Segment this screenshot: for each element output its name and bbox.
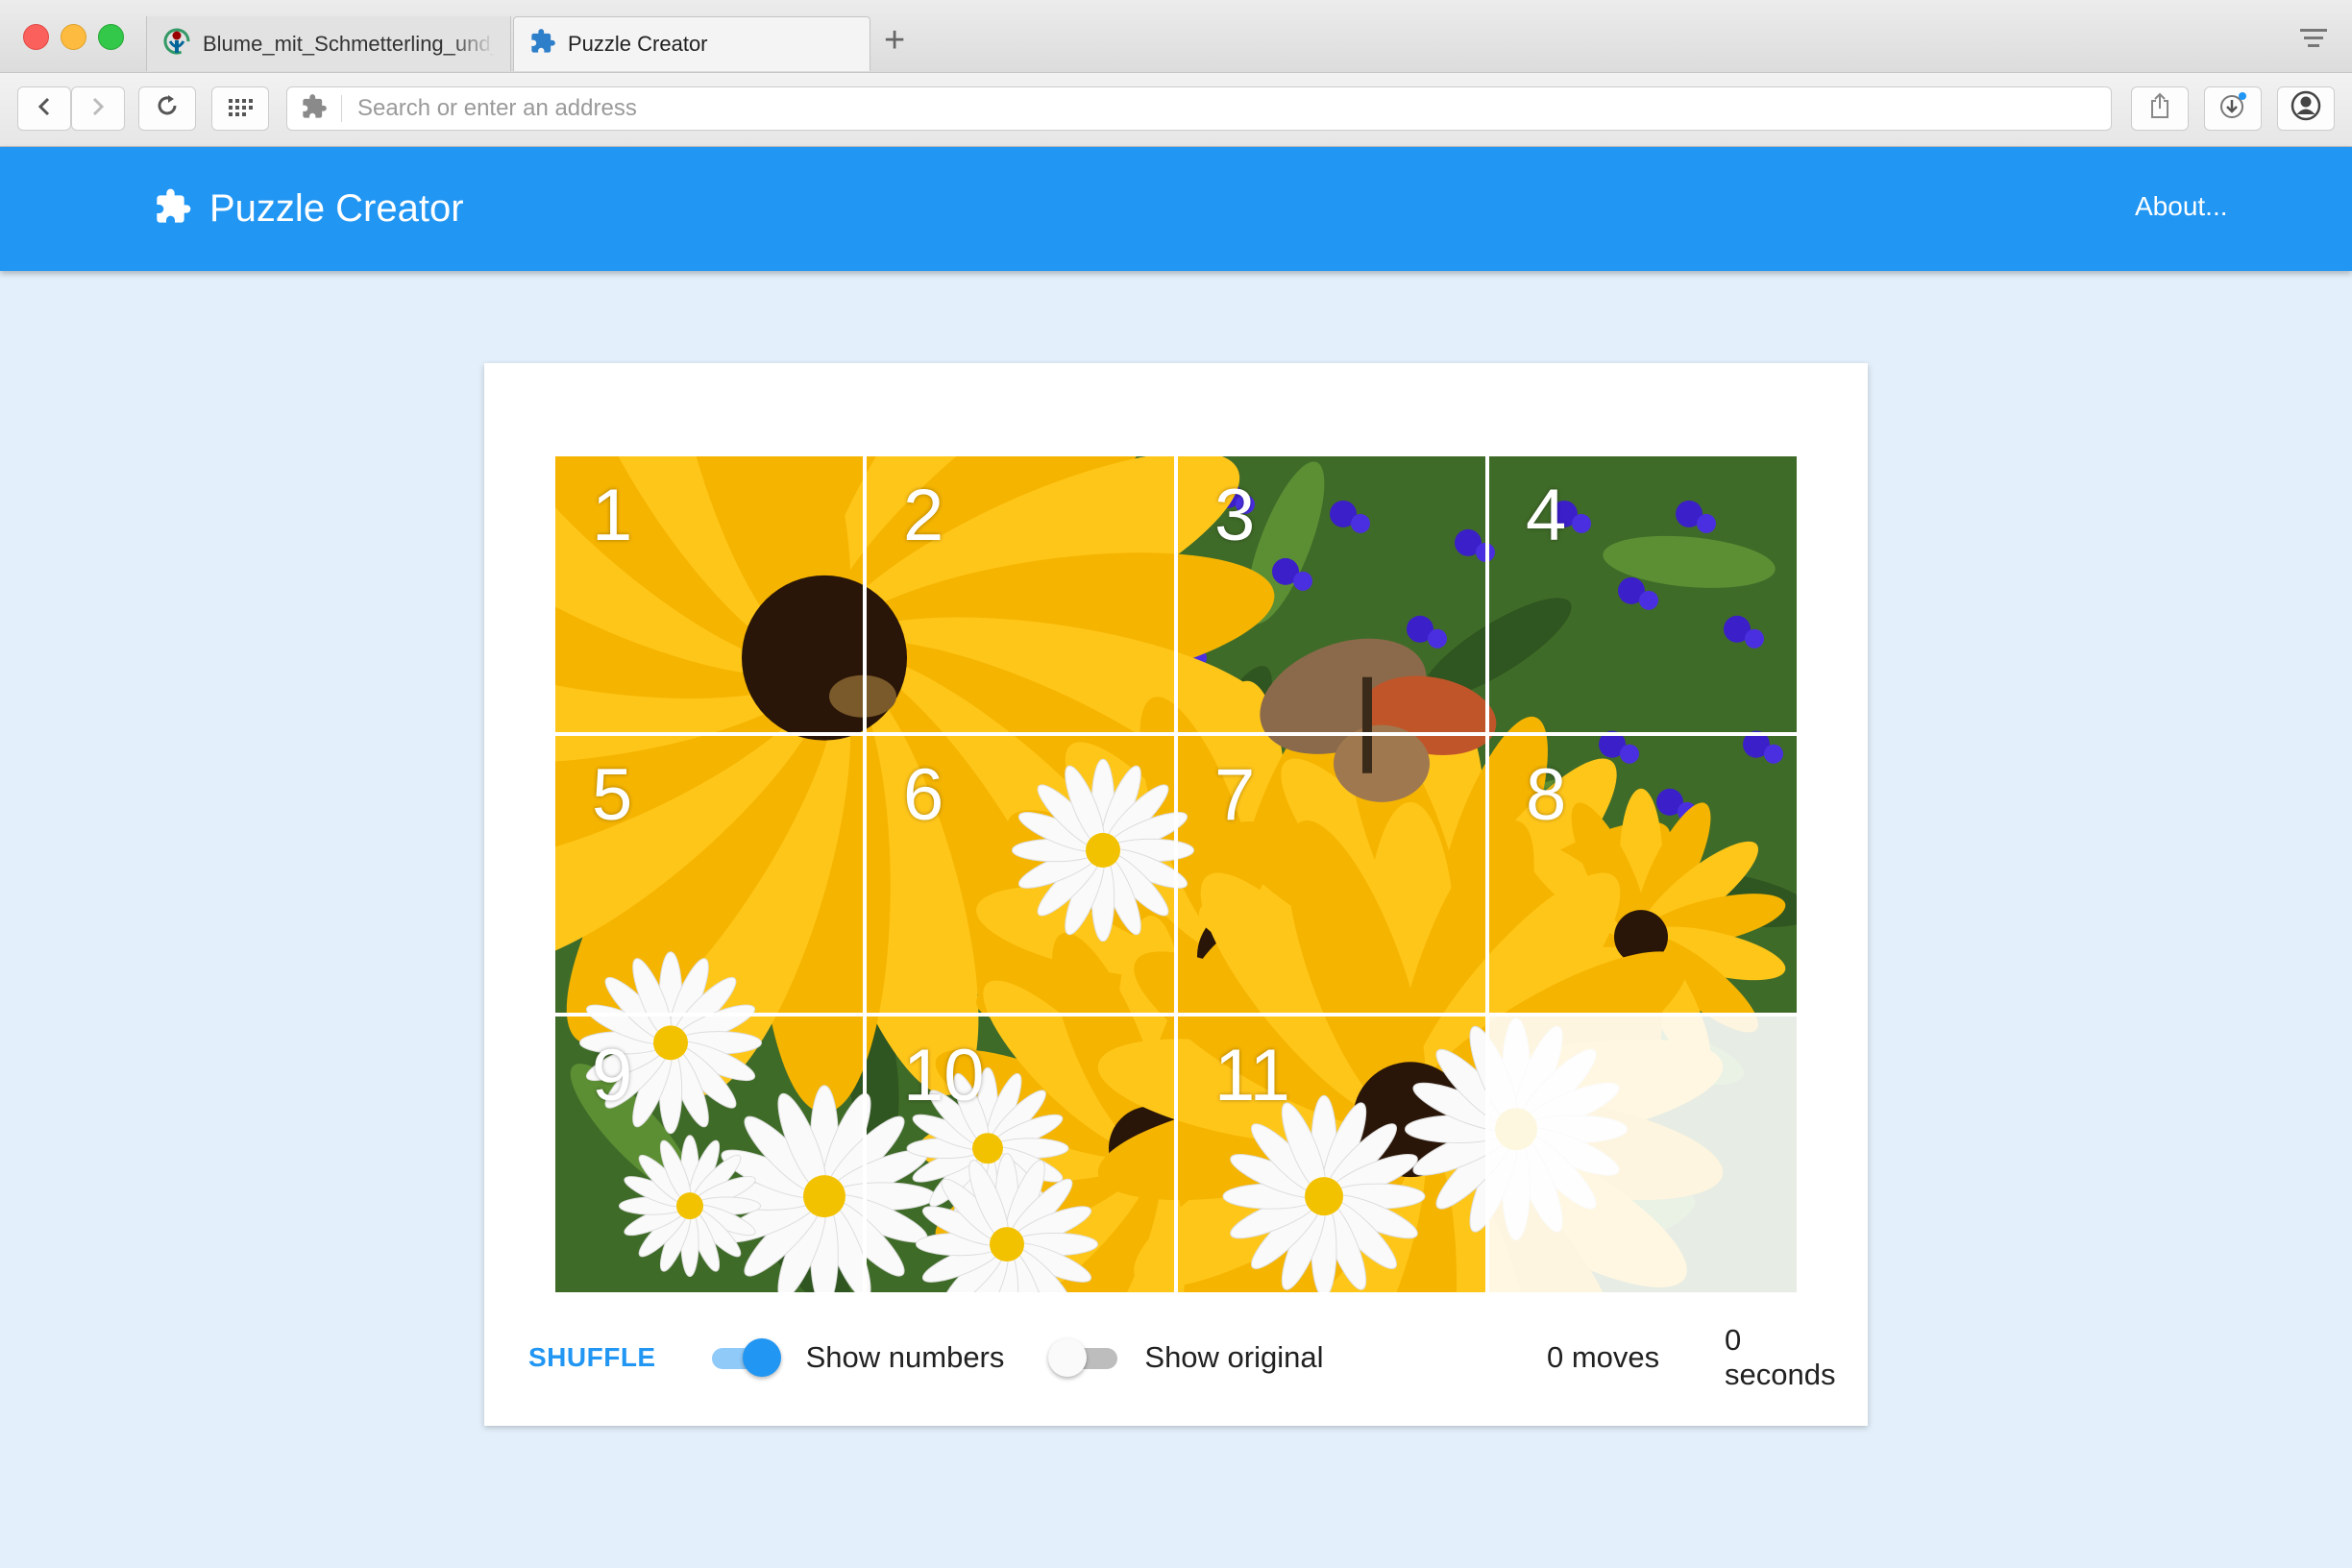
address-input[interactable] bbox=[355, 94, 2111, 123]
reload-icon bbox=[155, 93, 180, 125]
tile-number: 5 bbox=[592, 754, 633, 837]
puzzle-piece-icon bbox=[154, 187, 192, 231]
puzzle-tile[interactable]: 6 bbox=[867, 736, 1174, 1013]
extension-icon bbox=[301, 93, 328, 125]
about-link[interactable]: About... bbox=[2135, 191, 2228, 222]
tile-number: 2 bbox=[903, 475, 944, 556]
maximize-window-button[interactable] bbox=[98, 24, 124, 50]
downloads-button[interactable] bbox=[2204, 86, 2262, 131]
puzzle-tile[interactable]: 8 bbox=[1489, 736, 1797, 1013]
back-button[interactable] bbox=[17, 86, 71, 131]
puzzle-empty-slot[interactable] bbox=[1489, 1016, 1797, 1292]
reload-button[interactable] bbox=[138, 86, 196, 131]
address-bar[interactable] bbox=[286, 86, 2112, 131]
puzzle-tile[interactable]: 4 bbox=[1489, 456, 1797, 733]
browser-tab-puzzle-creator[interactable]: Puzzle Creator bbox=[513, 16, 870, 71]
seconds-counter: 0 seconds bbox=[1725, 1323, 1836, 1391]
browser-titlebar: Blume_mit_Schmetterling_und_Biene Puzzle… bbox=[0, 0, 2352, 73]
minimize-window-button[interactable] bbox=[61, 24, 86, 50]
puzzle-tile[interactable]: 2 bbox=[867, 456, 1174, 733]
tile-number: 11 bbox=[1214, 1034, 1290, 1116]
tab-label: Puzzle Creator bbox=[568, 32, 708, 56]
puzzle-tile[interactable]: 3 bbox=[1178, 456, 1485, 733]
tile-number: 9 bbox=[592, 1034, 633, 1116]
puzzle-board: 1 2 3 4 5 6 7 8 9 10 11 bbox=[555, 456, 1797, 1292]
close-window-button[interactable] bbox=[23, 24, 49, 50]
share-button[interactable] bbox=[2131, 86, 2189, 131]
tile-number: 6 bbox=[903, 754, 944, 837]
tile-number: 1 bbox=[592, 475, 633, 556]
toggle-knob bbox=[1048, 1338, 1088, 1377]
puzzle-tile[interactable]: 9 bbox=[555, 1016, 863, 1292]
puzzle-tile[interactable]: 5 bbox=[555, 736, 863, 1013]
puzzle-tile[interactable]: 7 bbox=[1178, 736, 1485, 1013]
browser-tab-wikimedia[interactable]: Blume_mit_Schmetterling_und_Biene bbox=[146, 16, 511, 71]
puzzle-piece-icon bbox=[529, 28, 556, 61]
show-numbers-toggle[interactable] bbox=[710, 1338, 781, 1377]
shuffle-button[interactable]: SHUFFLE bbox=[528, 1342, 656, 1373]
download-icon bbox=[2217, 90, 2248, 128]
chevron-left-icon bbox=[36, 94, 53, 124]
forward-button[interactable] bbox=[71, 86, 125, 131]
show-original-toggle[interactable] bbox=[1048, 1338, 1118, 1377]
puzzle-tile[interactable]: 10 bbox=[867, 1016, 1174, 1292]
new-tab-button[interactable]: + bbox=[884, 21, 905, 60]
account-button[interactable] bbox=[2277, 86, 2335, 131]
toggle-knob bbox=[742, 1338, 781, 1377]
puzzle-tile[interactable]: 11 bbox=[1178, 1016, 1485, 1292]
tile-number: 10 bbox=[903, 1034, 985, 1116]
tab-label: Blume_mit_Schmetterling_und_Biene bbox=[203, 31, 495, 56]
puzzle-card: 1 2 3 4 5 6 7 8 9 10 11 SHUFFLE Show num… bbox=[484, 363, 1868, 1426]
user-icon bbox=[2291, 90, 2321, 128]
tab-list-menu-icon[interactable] bbox=[2300, 29, 2327, 52]
tile-number: 3 bbox=[1214, 475, 1256, 556]
wikimedia-icon bbox=[162, 27, 191, 61]
tile-number: 7 bbox=[1214, 754, 1256, 837]
show-original-label: Show original bbox=[1144, 1340, 1324, 1374]
speed-dial-button[interactable] bbox=[211, 86, 269, 131]
show-numbers-label: Show numbers bbox=[805, 1340, 1005, 1374]
address-separator bbox=[341, 95, 342, 122]
puzzle-controls: SHUFFLE Show numbers Show original 0 mov… bbox=[528, 1323, 1835, 1391]
share-icon bbox=[2148, 92, 2171, 126]
browser-toolbar bbox=[0, 73, 2352, 147]
grid-icon bbox=[228, 94, 253, 124]
moves-counter: 0 moves bbox=[1547, 1340, 1660, 1374]
app-header: Puzzle Creator About... bbox=[0, 147, 2352, 271]
puzzle-tile[interactable]: 1 bbox=[555, 456, 863, 733]
app-brand: Puzzle Creator bbox=[154, 147, 464, 271]
app-title: Puzzle Creator bbox=[209, 187, 464, 230]
tile-number: 4 bbox=[1526, 475, 1567, 556]
chevron-right-icon bbox=[89, 94, 107, 124]
tile-number: 8 bbox=[1526, 754, 1567, 837]
